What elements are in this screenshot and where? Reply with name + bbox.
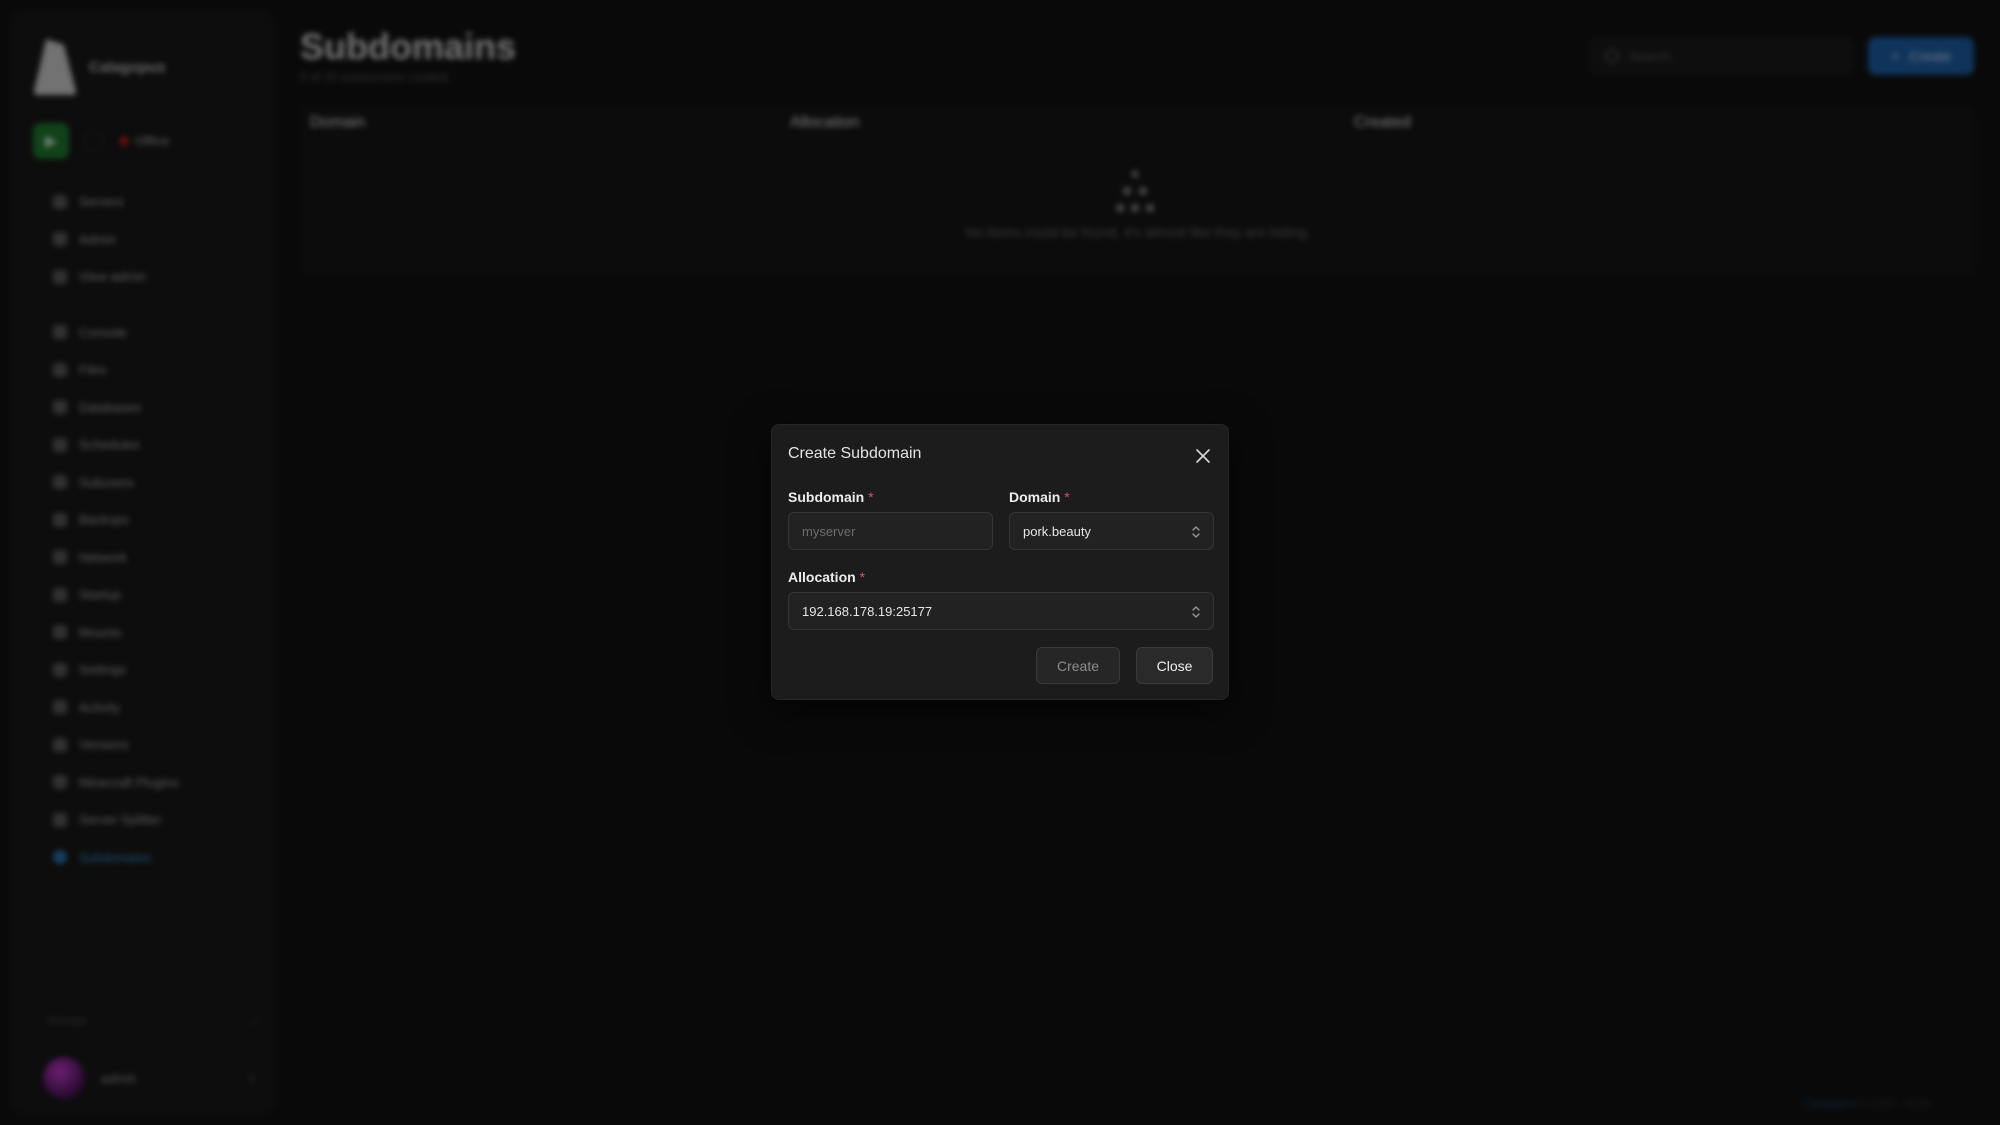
allocation-label-text: Allocation — [788, 569, 856, 585]
close-icon[interactable] — [1192, 445, 1214, 467]
allocation-select[interactable]: 192.168.178.19:25177 — [788, 592, 1214, 630]
required-mark: * — [868, 489, 874, 505]
subdomain-label-text: Subdomain — [788, 489, 865, 505]
close-button[interactable]: Close — [1136, 647, 1213, 684]
chevron-up-down-icon — [1192, 526, 1200, 538]
domain-label-text: Domain — [1009, 489, 1061, 505]
dialog-title: Create Subdomain — [788, 445, 922, 462]
domain-label: Domain * — [1009, 489, 1070, 505]
create-button[interactable]: Create — [1036, 647, 1120, 684]
required-mark: * — [859, 569, 866, 585]
allocation-select-value: 192.168.178.19:25177 — [802, 603, 933, 619]
subdomain-input[interactable] — [788, 512, 993, 550]
subdomain-label: Subdomain * — [788, 489, 874, 505]
allocation-label: Allocation * — [788, 569, 865, 585]
domain-select-value: pork.beauty — [1023, 523, 1091, 539]
required-mark: * — [1064, 489, 1070, 505]
domain-select[interactable]: pork.beauty — [1009, 512, 1214, 550]
chevron-up-down-icon — [1192, 606, 1200, 618]
create-subdomain-dialog: Create Subdomain Subdomain * Domain * po… — [771, 424, 1229, 700]
